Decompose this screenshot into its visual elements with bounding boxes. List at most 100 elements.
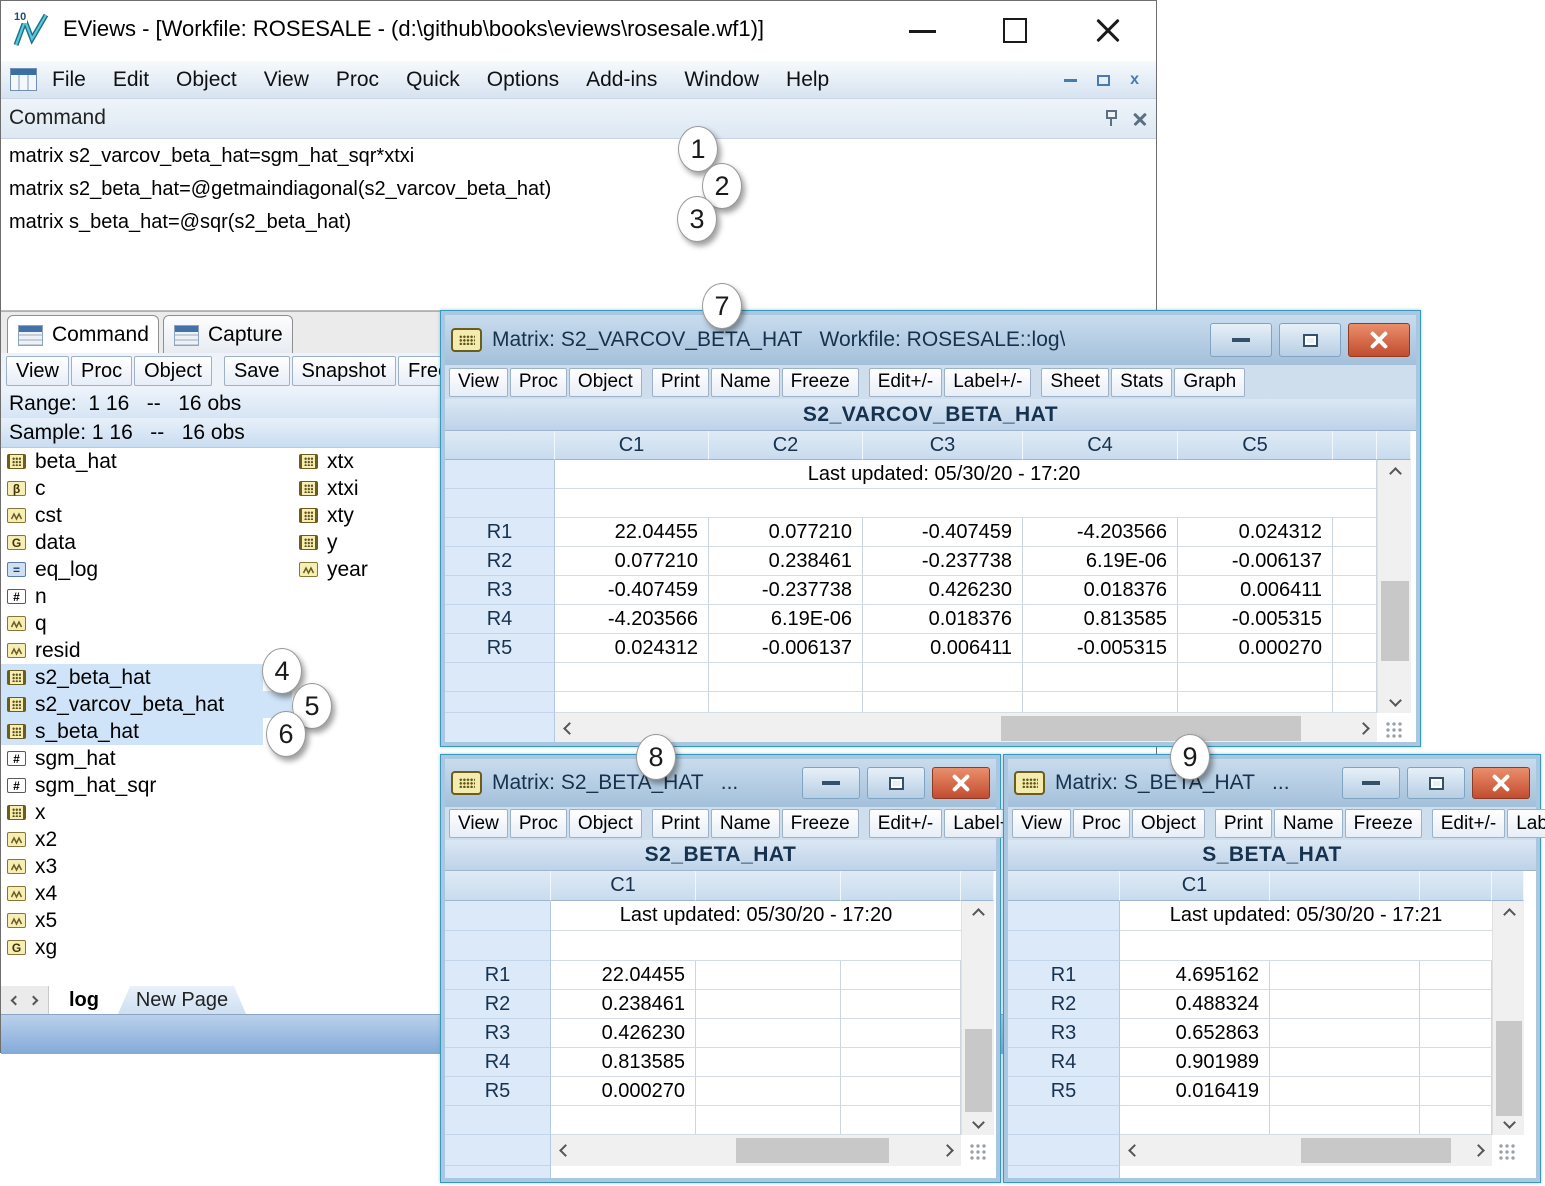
scroll-left-icon[interactable] [11,995,21,1005]
tab-capture[interactable]: Capture [163,315,293,354]
row-header[interactable]: R1 [1008,961,1120,990]
toolbar-button[interactable]: Edit+/- [1432,809,1505,838]
row-header[interactable]: R2 [445,990,551,1019]
menu-item[interactable]: Add-ins [586,68,657,92]
toolbar-button[interactable]: Stats [1111,368,1172,397]
scrollbar-thumb[interactable] [1381,581,1409,661]
vertical-scrollbar[interactable] [961,901,994,1135]
scrollbar-thumb[interactable] [1301,1138,1451,1163]
column-header[interactable]: C3 [863,431,1023,460]
menu-item[interactable]: View [264,68,309,92]
row-header[interactable]: R1 [445,961,551,990]
menu-item[interactable]: Quick [406,68,460,92]
horizontal-scrollbar[interactable] [555,713,1377,742]
maximize-icon[interactable] [1003,18,1027,43]
workfile-object[interactable]: s2_varcov_beta_hat [1,691,441,718]
scroll-up-icon[interactable] [1493,901,1525,927]
toolbar-button[interactable]: Object [569,368,642,397]
restore-button[interactable] [1279,323,1341,357]
menu-item[interactable]: Options [487,68,559,92]
toolbar-button[interactable]: View [449,368,508,397]
toolbar-button[interactable]: Proc [1073,809,1130,838]
tab-command[interactable]: Command [7,315,159,354]
close-button[interactable] [1348,323,1410,357]
scroll-right-icon[interactable] [933,1135,961,1166]
workfile-object[interactable]: y [293,529,458,556]
mdi-restore-icon[interactable] [1097,75,1110,86]
vertical-scrollbar[interactable] [1492,901,1524,1135]
menu-item[interactable]: Object [176,68,237,92]
scroll-right-icon[interactable] [1464,1135,1492,1166]
toolbar-button[interactable]: Label [1507,809,1545,838]
row-header[interactable]: R4 [445,1048,551,1077]
toolbar-button[interactable]: Name [711,368,780,397]
row-header[interactable]: R2 [1008,990,1120,1019]
column-header[interactable]: C1 [1120,871,1270,901]
scroll-down-icon[interactable] [962,1109,995,1135]
row-header[interactable]: R2 [445,547,555,576]
scroll-down-icon[interactable] [1378,687,1412,713]
minimize-button[interactable] [1342,767,1400,799]
menu-item[interactable]: File [52,68,86,92]
horizontal-scrollbar[interactable] [1120,1135,1492,1166]
restore-button[interactable] [1407,767,1465,799]
toolbar-button[interactable]: Freeze [1345,809,1422,838]
workfile-object[interactable]: x [1,799,441,826]
restore-button[interactable] [867,767,925,799]
horizontal-scrollbar[interactable] [551,1135,961,1166]
toolbar-button[interactable]: Name [1274,809,1343,838]
workfile-object[interactable]: s2_beta_hat [1,664,441,691]
toolbar-button[interactable]: Print [1215,809,1272,838]
workfile-object[interactable]: # n [1,583,441,610]
menu-item[interactable]: Proc [336,68,379,92]
column-header[interactable]: C5 [1178,431,1333,460]
workfile-object[interactable]: x5 [1,907,441,934]
toolbar-button[interactable]: Proc [71,356,132,386]
workfile-object[interactable]: # sgm_hat_sqr [1,772,441,799]
scroll-right-icon[interactable] [29,995,39,1005]
close-icon[interactable] [1091,16,1125,46]
page-tab-scroll[interactable] [1,986,49,1014]
resize-grip[interactable] [1498,1143,1516,1161]
row-header[interactable]: R4 [445,605,555,634]
scroll-down-icon[interactable] [1493,1109,1525,1135]
toolbar-button[interactable]: Print [652,809,709,838]
minimize-icon[interactable] [909,30,936,33]
scroll-up-icon[interactable] [962,901,995,927]
toolbar-button[interactable]: Edit+/- [869,809,942,838]
toolbar-button[interactable]: Object [134,356,212,386]
scrollbar-thumb[interactable] [736,1138,889,1163]
row-header[interactable]: R5 [1008,1077,1120,1106]
resize-grip[interactable] [1385,721,1403,739]
matrix-title-bar[interactable]: Matrix: S2_VARCOV_BETA_HAT Workfile: ROS… [445,315,1416,365]
scroll-up-icon[interactable] [1378,460,1412,486]
row-header[interactable]: R3 [445,576,555,605]
scrollbar-thumb[interactable] [965,1029,992,1112]
scrollbar-thumb[interactable] [1001,716,1301,741]
toolbar-button[interactable]: View [449,809,508,838]
minimize-button[interactable] [802,767,860,799]
workfile-object[interactable]: xtxi [293,475,458,502]
scroll-left-icon[interactable] [1120,1135,1148,1166]
toolbar-button[interactable]: Save [224,356,290,386]
close-button[interactable] [1472,767,1530,799]
workfile-object[interactable]: x2 [1,826,441,853]
mdi-minimize-icon[interactable] [1064,79,1077,82]
column-header[interactable]: C4 [1023,431,1178,460]
row-header[interactable]: R5 [445,634,555,663]
row-header[interactable]: R5 [445,1077,551,1106]
page-tab-new-page[interactable]: New Page [118,986,246,1014]
command-input-area[interactable]: matrix s2_varcov_beta_hat=sgm_hat_sqr*xt… [1,139,1156,311]
scroll-left-icon[interactable] [555,713,583,742]
toolbar-button[interactable]: Graph [1174,368,1245,397]
workfile-object[interactable]: q [1,610,441,637]
toolbar-button[interactable]: Edit+/- [869,368,942,397]
minimize-button[interactable] [1210,323,1272,357]
toolbar-button[interactable]: View [1012,809,1071,838]
toolbar-button[interactable]: Snapshot [292,356,397,386]
workfile-object[interactable]: s_beta_hat [1,718,441,745]
scrollbar-thumb[interactable] [1496,1021,1522,1116]
command-close-icon[interactable] [1132,111,1148,127]
toolbar-button[interactable]: View [6,356,69,386]
toolbar-button[interactable]: Object [569,809,642,838]
